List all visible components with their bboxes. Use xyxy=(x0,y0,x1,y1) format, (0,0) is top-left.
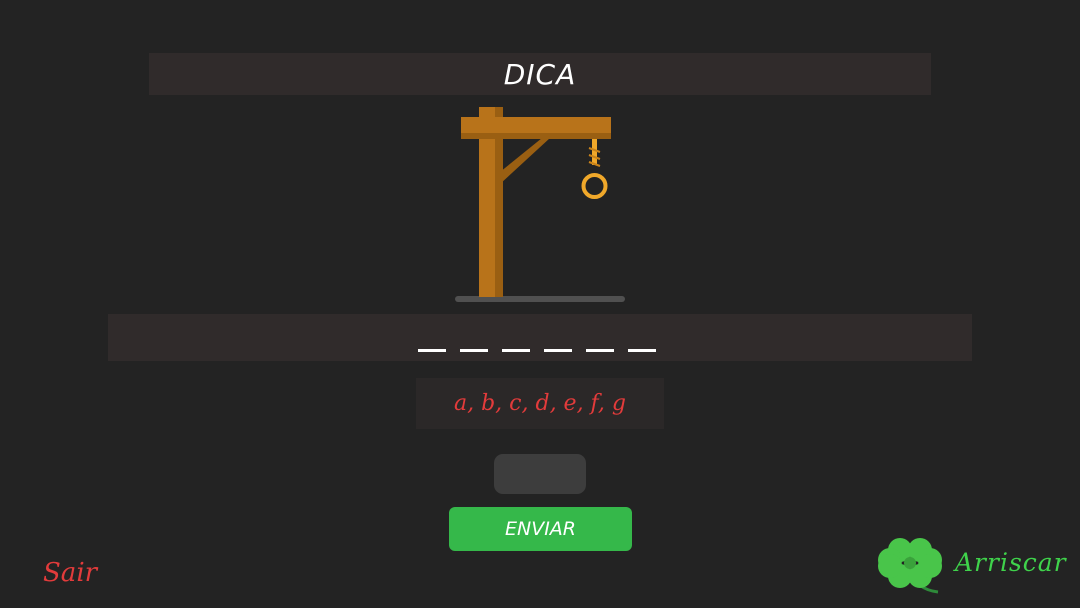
letter-slot xyxy=(460,349,488,352)
four-leaf-clover-icon xyxy=(878,538,942,594)
letter-input[interactable] xyxy=(494,454,586,494)
send-button[interactable]: ENVIAR xyxy=(449,507,632,551)
letter-slot xyxy=(586,349,614,352)
letter-slot xyxy=(418,349,446,352)
exit-button[interactable]: Sair xyxy=(43,558,97,588)
game-screen: DICA a, b, c, d, e, f, g ENVIAR Sair Arr… xyxy=(0,0,1080,608)
gallows-image xyxy=(455,107,625,302)
hint-bar[interactable]: DICA xyxy=(149,53,931,95)
guessed-letters-box: a, b, c, d, e, f, g xyxy=(416,378,664,429)
hint-label: DICA xyxy=(503,57,577,91)
letter-slot xyxy=(628,349,656,352)
letter-slot xyxy=(544,349,572,352)
word-panel xyxy=(108,314,972,361)
word-letter-slots xyxy=(418,349,656,352)
letter-slot xyxy=(502,349,530,352)
risk-button[interactable]: Arriscar xyxy=(878,532,1068,598)
risk-label: Arriscar xyxy=(955,548,1067,577)
guessed-letters-text: a, b, c, d, e, f, g xyxy=(454,391,626,416)
